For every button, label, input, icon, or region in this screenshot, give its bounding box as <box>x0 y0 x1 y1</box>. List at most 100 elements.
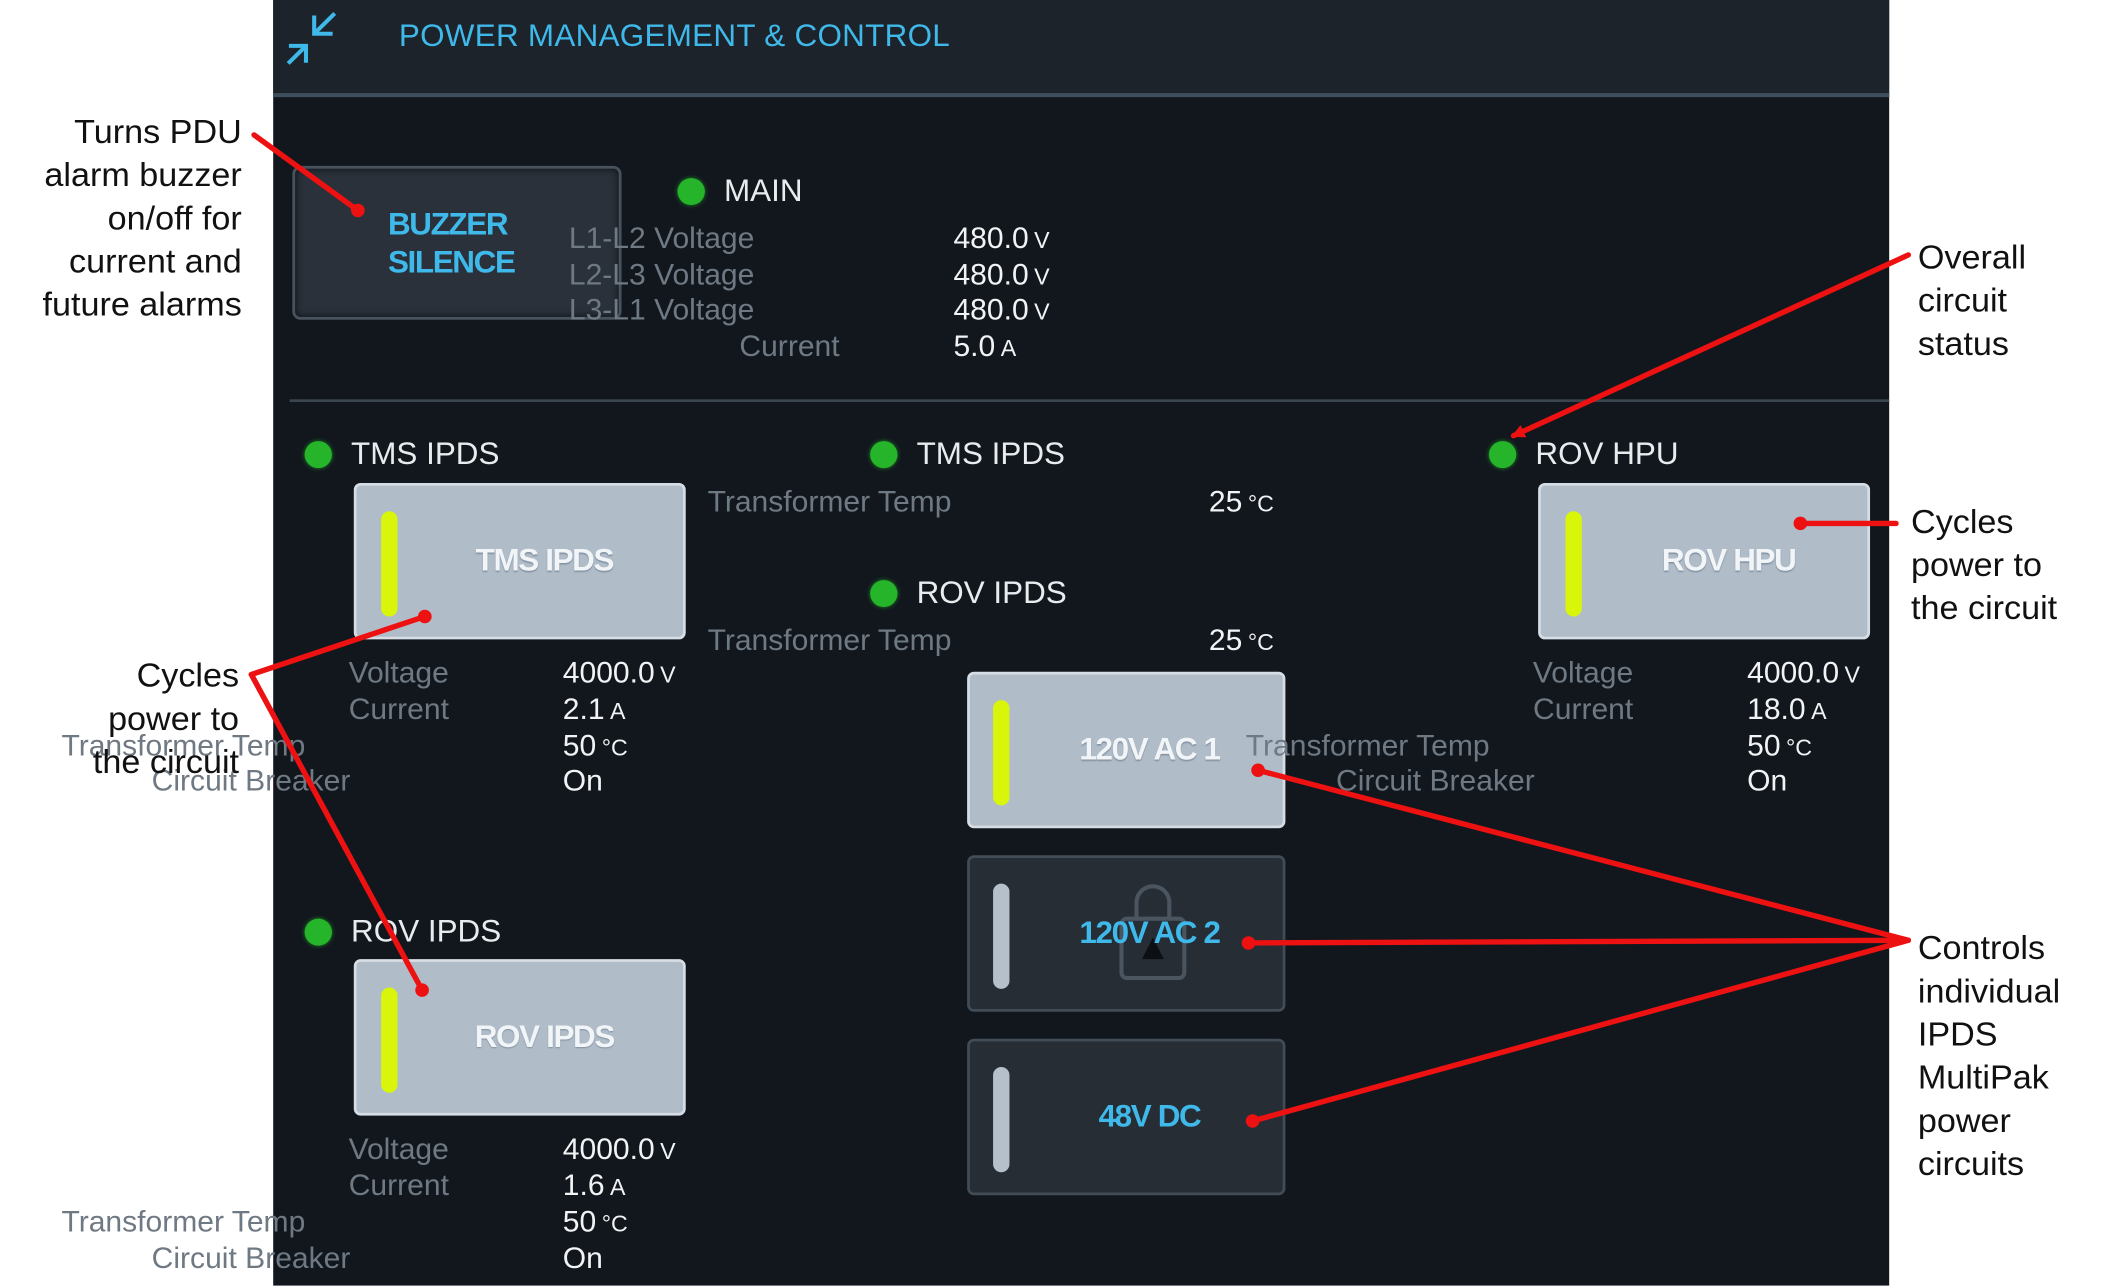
row-value: 18.0 <box>1747 692 1806 726</box>
row-value: 50 <box>562 728 597 763</box>
section-divider <box>289 399 1890 403</box>
unit-label: V <box>1034 299 1050 326</box>
row-label: Current <box>348 1168 449 1202</box>
unit-label: °C <box>601 1211 628 1238</box>
row-label: Transformer Temp <box>1245 728 1490 763</box>
row-label: Voltage <box>1532 655 1634 690</box>
annotation-text: on/off for <box>107 199 242 238</box>
unit-label: °C <box>1247 491 1274 517</box>
annotation-text: status <box>1917 325 2009 363</box>
row-value: 4000.0 <box>562 655 655 690</box>
rov-hpu-power-button[interactable]: ROV HPU <box>1538 482 1871 640</box>
row-value: On <box>1747 763 1788 798</box>
row-value: 25 <box>1208 623 1243 657</box>
unit-label: °C <box>601 735 628 761</box>
annotation-text: individual <box>1917 972 2061 1011</box>
row-label: Transformer Temp <box>61 1204 306 1239</box>
row-value: 50 <box>562 1204 597 1239</box>
row-label: Voltage <box>348 1131 449 1166</box>
row-label: Transformer Temp <box>707 484 952 519</box>
row-value: 2.1 <box>562 692 605 726</box>
unit-label: V <box>1844 662 1861 688</box>
rov-ipds-status-dot <box>304 918 332 946</box>
multipak-button-label: 120V AC 2 <box>1079 914 1221 950</box>
main-row-label: L3-L1 Voltage <box>568 292 755 327</box>
row-label: Circuit Breaker <box>1335 763 1535 798</box>
tms-ipds-title: TMS IPDS <box>351 435 500 471</box>
annotation-text: power to <box>1911 546 2043 585</box>
rov-hpu-button-label: ROV HPU <box>1661 542 1797 578</box>
multipak-120v-ac2-button[interactable]: 120V AC 2 <box>967 855 1286 1012</box>
unit-label: A <box>610 1174 626 1201</box>
buzzer-label-line1: BUZZER <box>387 206 509 242</box>
unit-label: °C <box>1247 629 1274 656</box>
annotation-text: future alarms <box>42 285 242 324</box>
multipak-48v-dc-button[interactable]: 48V DC <box>967 1038 1286 1196</box>
unit-label: A <box>610 698 626 725</box>
unit-label: A <box>1000 335 1017 362</box>
annotation-text: circuit <box>1917 281 2008 320</box>
collapse-arrows-icon[interactable] <box>281 11 337 65</box>
annotation-cycles-right: Cycles power to the circuit <box>1911 500 2057 630</box>
row-value: On <box>562 1241 603 1275</box>
main-row-label: Current <box>739 329 840 363</box>
annotation-text: the circuit <box>92 743 240 782</box>
rov-ipds-title: ROV IPDS <box>351 913 502 949</box>
tms-ipds-mid-title: TMS IPDS <box>916 435 1065 471</box>
rov-hpu-title: ROV HPU <box>1535 435 1679 471</box>
annotation-buzzer: Turns PDU alarm buzzer on/off for curren… <box>0 111 242 327</box>
buzzer-label-line2: SILENCE <box>387 244 516 280</box>
row-value: 25 <box>1208 484 1243 519</box>
main-row-label: L2-L3 Voltage <box>568 257 755 292</box>
annotation-text: Cycles <box>1911 503 2014 541</box>
unit-label: V <box>1034 227 1050 254</box>
tms-ipds-button-label: TMS IPDS <box>475 542 615 578</box>
annotation-text: MultiPak <box>1917 1058 2049 1097</box>
row-label: Transformer Temp <box>707 623 952 657</box>
rov-ipds-mid-status-dot <box>870 580 898 608</box>
multipak-button-label: 48V DC <box>1098 1098 1202 1134</box>
annotation-controls: Controls individual IPDS MultiPak power … <box>1918 927 2060 1186</box>
unit-label: A <box>1811 698 1827 725</box>
tms-ipds-power-button[interactable]: TMS IPDS <box>353 482 686 640</box>
rov-ipds-power-button[interactable]: ROV IPDS <box>353 959 686 1116</box>
annotation-text: Cycles <box>136 656 240 695</box>
row-value: On <box>562 763 603 798</box>
unit-label: V <box>660 662 676 688</box>
annotation-text: IPDS <box>1917 1015 1998 1054</box>
annotation-text: power to <box>108 700 240 738</box>
main-row-value: 480.0 <box>953 221 1029 255</box>
unit-label: V <box>1034 264 1050 291</box>
annotation-text: Controls <box>1917 929 2046 968</box>
annotation-overall-status: Overall circuit status <box>1918 236 2026 366</box>
row-value: 1.6 <box>562 1168 605 1202</box>
annotation-text: Turns PDU <box>74 113 242 152</box>
main-status-dot <box>677 178 705 206</box>
annotation-text: Overall <box>1917 238 2027 277</box>
annotation-text: circuits <box>1917 1145 2025 1184</box>
rov-ipds-button-label: ROV IPDS <box>474 1018 616 1054</box>
main-row-value: 480.0 <box>953 257 1029 292</box>
annotation-text: alarm buzzer <box>44 156 242 195</box>
row-value: 4000.0 <box>1747 655 1840 690</box>
main-title: MAIN <box>723 172 803 208</box>
panel-header: POWER MANAGEMENT & CONTROL <box>273 0 1890 98</box>
row-label: Current <box>1533 692 1634 726</box>
annotation-text: the circuit <box>1911 589 2058 628</box>
unit-label: V <box>660 1138 676 1165</box>
row-label: Current <box>348 692 449 726</box>
unit-label: °C <box>1786 735 1813 761</box>
row-label: Circuit Breaker <box>151 1241 351 1275</box>
page-title: POWER MANAGEMENT & CONTROL <box>398 17 951 53</box>
power-management-panel: POWER MANAGEMENT & CONTROL BUZZER SILENC… <box>61 0 1890 1286</box>
annotation-text: power <box>1917 1102 2011 1140</box>
row-value: 4000.0 <box>562 1131 655 1166</box>
row-label: Voltage <box>348 655 449 690</box>
tms-ipds-mid-status-dot <box>870 441 898 469</box>
rov-hpu-status-dot <box>1488 441 1517 469</box>
main-row-value: 480.0 <box>953 292 1029 327</box>
rov-ipds-mid-title: ROV IPDS <box>916 574 1067 610</box>
multipak-120v-ac1-button[interactable]: 120V AC 1 <box>967 671 1286 829</box>
main-row-label: L1-L2 Voltage <box>568 221 755 255</box>
annotation-cycles-left: Cycles power to the circuit <box>0 654 239 784</box>
